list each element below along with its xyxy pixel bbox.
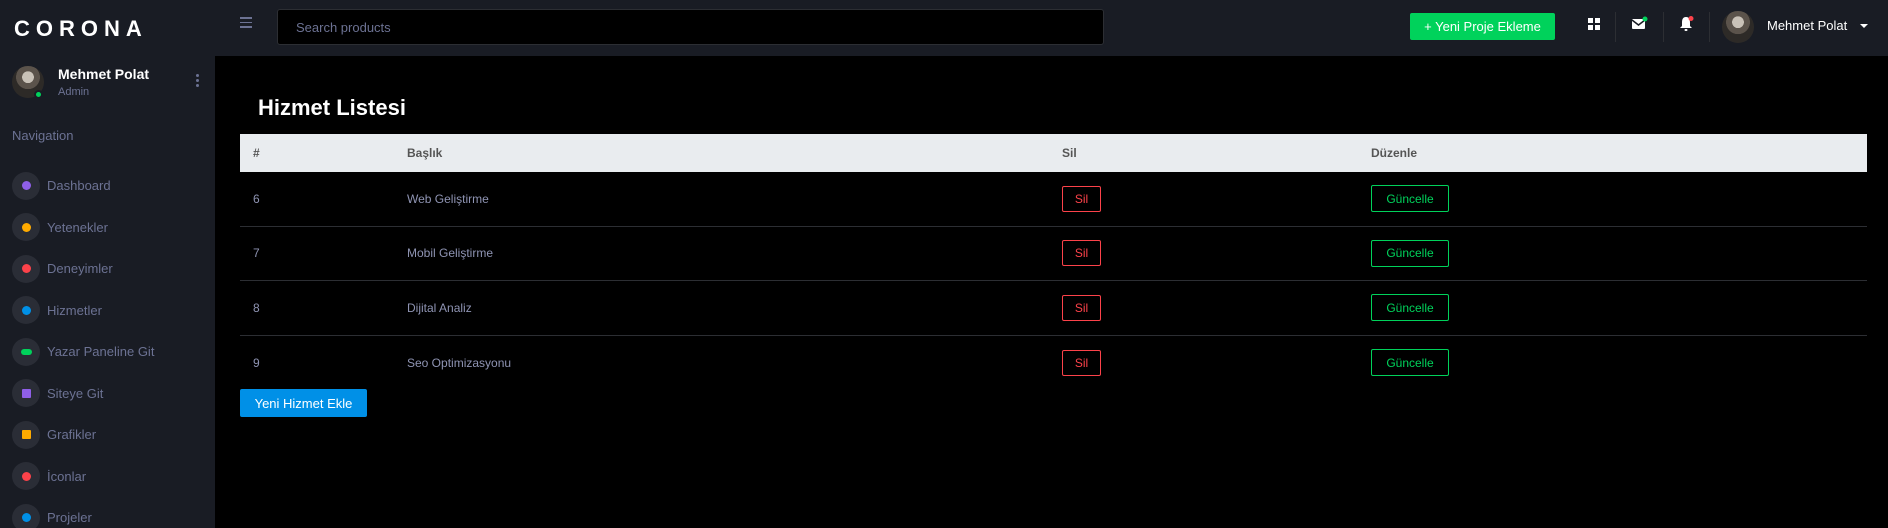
sidebar-item-label: Hizmetler	[47, 302, 102, 318]
table-row: 8 Dijital Analiz Sil Güncelle	[240, 281, 1867, 336]
row-title: Seo Optimizasyonu	[407, 355, 512, 370]
table-row: 7 Mobil Geliştirme Sil Güncelle	[240, 227, 1867, 281]
pin-icon	[12, 462, 40, 491]
sidebar-item-iconlar[interactable]: İconlar	[12, 456, 207, 498]
sidebar-nav: Dashboard Yetenekler Deneyimler Hizmetle…	[12, 165, 207, 528]
row-title: Dijital Analiz	[407, 300, 472, 315]
chevron-down-icon[interactable]	[1860, 24, 1868, 28]
sidebar-item-label: Yetenekler	[47, 219, 108, 235]
row-id: 7	[253, 246, 260, 261]
update-button[interactable]: Güncelle	[1371, 185, 1449, 213]
sidebar-item-deneyimler[interactable]: Deneyimler	[12, 248, 207, 290]
delete-button[interactable]: Sil	[1062, 240, 1101, 267]
column-header-edit: Düzenle	[1371, 146, 1418, 160]
column-header-id: #	[253, 146, 260, 160]
services-table: # Başlık Sil Düzenle 6 Web Geliştirme Si…	[240, 134, 1867, 390]
apps-grid-icon[interactable]	[1585, 15, 1603, 33]
nav-section-label: Navigation	[12, 128, 74, 143]
sidebar-item-label: Projeler	[47, 510, 92, 526]
sidebar-item-dashboard[interactable]: Dashboard	[12, 165, 207, 207]
github-icon	[12, 503, 40, 528]
speedometer-icon	[12, 171, 40, 200]
table-header: # Başlık Sil Düzenle	[240, 134, 1867, 172]
add-service-button[interactable]: Yeni Hizmet Ekle	[240, 389, 367, 417]
sidebar-item-yetenekler[interactable]: Yetenekler	[12, 207, 207, 249]
sidebar-item-yazar-paneli[interactable]: Yazar Paneline Git	[12, 331, 207, 373]
sidebar-item-siteye-git[interactable]: Siteye Git	[12, 373, 207, 415]
row-title: Web Geliştirme	[407, 191, 489, 206]
delete-button[interactable]: Sil	[1062, 349, 1101, 376]
row-id: 6	[253, 191, 260, 206]
avatar[interactable]	[1722, 11, 1754, 43]
new-project-button[interactable]: + Yeni Proje Ekleme	[1410, 13, 1555, 40]
update-button[interactable]: Güncelle	[1371, 349, 1449, 377]
chart-icon	[12, 420, 40, 449]
sidebar-item-label: İconlar	[47, 468, 87, 484]
update-button[interactable]: Güncelle	[1371, 239, 1449, 267]
sidebar: CORONA Mehmet Polat Admin Navigation Das…	[0, 0, 215, 528]
topbar-divider	[1615, 12, 1616, 42]
link-icon	[12, 337, 40, 366]
sidebar-item-grafikler[interactable]: Grafikler	[12, 414, 207, 456]
bell-icon[interactable]	[1677, 15, 1695, 33]
sidebar-item-hizmetler[interactable]: Hizmetler	[12, 290, 207, 332]
update-button[interactable]: Güncelle	[1371, 294, 1449, 322]
profile-role: Admin	[58, 86, 90, 98]
star-icon	[12, 213, 40, 242]
topbar-divider	[1663, 12, 1664, 42]
topbar-divider	[1709, 12, 1710, 42]
sidebar-item-label: Yazar Paneline Git	[47, 344, 155, 360]
mail-icon[interactable]	[1630, 15, 1648, 33]
delete-button[interactable]: Sil	[1062, 294, 1101, 321]
table-row: 6 Web Geliştirme Sil Güncelle	[240, 172, 1867, 227]
sidebar-item-label: Grafikler	[47, 427, 97, 443]
sidebar-item-label: Deneyimler	[47, 261, 113, 277]
column-header-title: Başlık	[407, 146, 443, 160]
search-input[interactable]	[277, 9, 1104, 45]
profile-name: Mehmet Polat	[58, 66, 150, 82]
row-title: Mobil Geliştirme	[407, 246, 494, 261]
sidebar-profile: Mehmet Polat Admin	[12, 66, 207, 106]
column-header-delete: Sil	[1062, 146, 1077, 160]
check-circle-icon	[12, 254, 40, 283]
sidebar-item-projeler[interactable]: Projeler	[12, 497, 207, 528]
kebab-menu-icon[interactable]	[192, 74, 202, 89]
user-name[interactable]: Mehmet Polat	[1767, 18, 1847, 33]
sidebar-item-label: Siteye Git	[47, 385, 104, 401]
row-id: 9	[253, 355, 260, 370]
sidebar-item-label: Dashboard	[47, 178, 111, 194]
delete-button[interactable]: Sil	[1062, 185, 1101, 212]
row-id: 8	[253, 300, 260, 315]
page-title: Hizmet Listesi	[258, 95, 406, 120]
online-status-dot	[34, 90, 43, 99]
table-row: 9 Seo Optimizasyonu Sil Güncelle	[240, 336, 1867, 391]
menu-toggle-icon[interactable]	[240, 17, 252, 31]
grid-icon	[12, 379, 40, 408]
topbar: + Yeni Proje Ekleme Mehmet Polat	[215, 0, 1888, 56]
check-circle-icon	[12, 296, 40, 325]
brand-logo[interactable]: CORONA	[14, 16, 148, 42]
